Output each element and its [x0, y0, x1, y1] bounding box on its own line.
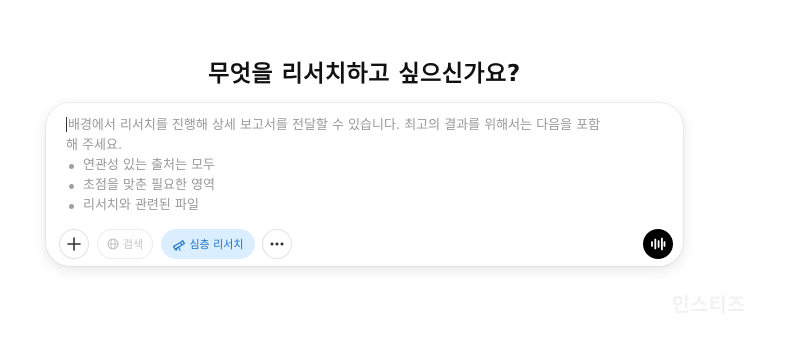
page: 무엇을 리서치하고 싶으신가요? 배경에서 리서치를 진행해 상세 보고서를 전… [0, 0, 800, 343]
voice-waveform-icon [650, 237, 666, 251]
placeholder-bullet: 초점을 맞춘 필요한 영역 [66, 176, 668, 196]
placeholder-line-2: 해 주세요. [66, 138, 123, 153]
placeholder-text-1: 배경에서 리서치를 진행해 상세 보고서를 전달할 수 있습니다. 최고의 결과… [68, 118, 601, 133]
globe-icon [107, 238, 119, 250]
placeholder-bullet-list: 연관성 있는 출처는 모두 초점을 맞춘 필요한 영역 리서치와 관련된 파일 [66, 156, 668, 216]
watermark-text: 인스티즈 [672, 294, 746, 316]
ellipsis-icon [270, 242, 284, 246]
telescope-icon [172, 238, 186, 251]
prompt-input[interactable]: 배경에서 리서치를 진행해 상세 보고서를 전달할 수 있습니다. 최고의 결과… [66, 116, 668, 216]
add-attachment-button[interactable] [59, 229, 89, 259]
voice-mode-button[interactable] [643, 229, 673, 259]
text-caret [66, 117, 67, 132]
placeholder-bullet: 연관성 있는 출처는 모두 [66, 156, 668, 176]
placeholder-bullet: 리서치와 관련된 파일 [66, 196, 668, 216]
page-title: 무엇을 리서치하고 싶으신가요? [208, 61, 521, 87]
search-button[interactable]: 검색 [97, 229, 153, 259]
research-composer[interactable]: 배경에서 리서치를 진행해 상세 보고서를 전달할 수 있습니다. 최고의 결과… [46, 103, 683, 266]
composer-toolbar: 검색 심층 리서치 [59, 229, 673, 259]
more-options-button[interactable] [262, 229, 292, 259]
plus-icon [67, 237, 81, 251]
deep-research-button[interactable]: 심층 리서치 [161, 229, 255, 259]
search-button-label: 검색 [122, 238, 144, 251]
deep-research-label: 심층 리서치 [189, 238, 244, 251]
placeholder-line-1: 배경에서 리서치를 진행해 상세 보고서를 전달할 수 있습니다. 최고의 결과… [66, 116, 668, 136]
